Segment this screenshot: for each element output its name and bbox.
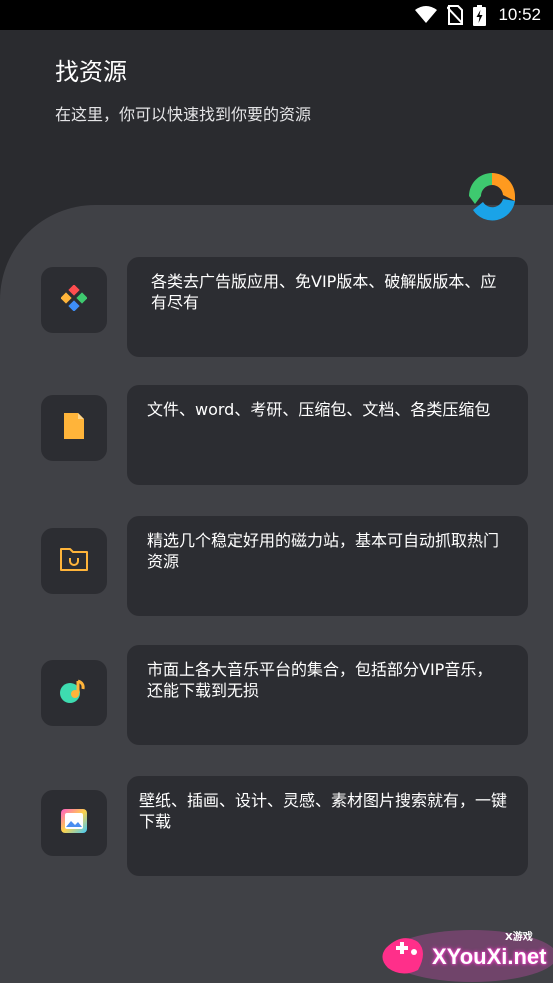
item-card-pictures[interactable]: 壁纸、插画、设计、灵感、素材图片搜索就有，一键下载 [127,776,528,876]
refresh-logo-icon[interactable] [461,166,523,228]
item-icon-box-apps[interactable] [41,267,107,333]
wifi-icon [415,6,438,24]
item-text: 文件、word、考研、压缩包、文档、各类压缩包 [147,400,491,419]
item-icon-box-music[interactable] [41,660,107,726]
no-sim-icon [447,5,464,25]
item-card-music[interactable]: 市面上各大音乐平台的集合，包括部分VIP音乐，还能下载到无损 [127,645,528,745]
magnet-folder-icon [59,546,89,576]
item-card-magnet[interactable]: 精选几个稳定好用的磁力站，基本可自动抓取热门资源 [127,516,528,616]
item-card-files[interactable]: 文件、word、考研、压缩包、文档、各类压缩包 [127,385,528,485]
item-card-apps[interactable]: 各类去广告版应用、免VIP版本、破解版版本、应有尽有 [127,257,528,357]
music-icon [58,677,90,709]
item-text: 精选几个稳定好用的磁力站，基本可自动抓取热门资源 [147,531,500,571]
page-title: 找资源 [55,58,127,86]
item-text: 市面上各大音乐平台的集合，包括部分VIP音乐，还能下载到无损 [147,660,493,700]
watermark-text: XYouXi.net [432,944,547,969]
watermark-small-text: X游戏 [505,932,533,943]
item-icon-box-magnet[interactable] [41,528,107,594]
app-grid-icon [60,284,88,315]
status-bar: 10:52 [0,0,553,30]
item-text: 各类去广告版应用、免VIP版本、破解版版本、应有尽有 [151,272,497,312]
file-icon [62,412,86,444]
status-time: 10:52 [498,5,541,24]
item-icon-box-pictures[interactable] [41,790,107,856]
picture-icon [60,808,88,838]
battery-charging-icon [473,4,487,26]
item-icon-box-files[interactable] [41,395,107,461]
item-text: 壁纸、插画、设计、灵感、素材图片搜索就有，一键下载 [139,791,508,831]
page-subtitle: 在这里，你可以快速找到你要的资源 [55,105,312,124]
